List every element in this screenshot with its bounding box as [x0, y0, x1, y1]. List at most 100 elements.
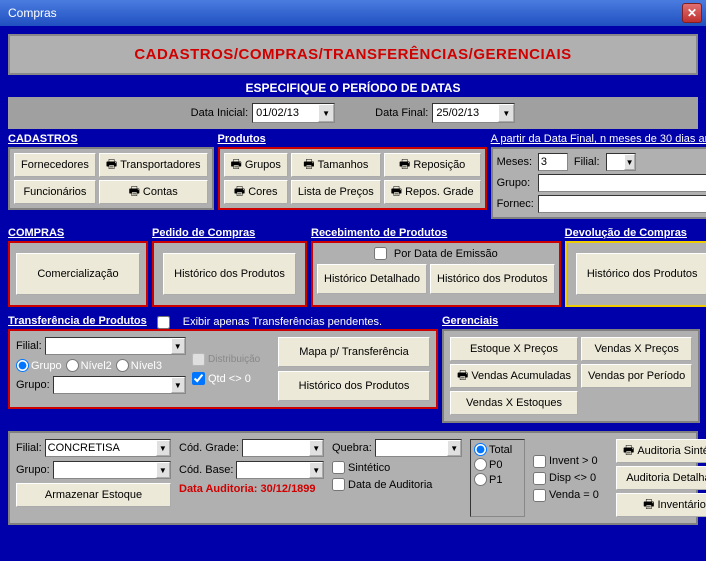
sintetico-checkbox[interactable]	[332, 461, 345, 474]
mapa-transferencia-button[interactable]: Mapa p/ Transferência	[278, 337, 430, 367]
bottom-panel: Filial: ▼ Grupo: ▼ Armazenar Estoque Cód…	[8, 431, 698, 525]
quebra-select[interactable]: ▼	[375, 439, 462, 457]
repos-grade-button[interactable]: Repos. Grade	[384, 180, 481, 204]
vendas-precos-button[interactable]: Vendas X Preços	[581, 337, 692, 361]
transportadores-button[interactable]: Transportadores	[99, 153, 208, 177]
grupo-label: Grupo:	[497, 177, 534, 189]
invent-checkbox[interactable]	[533, 455, 546, 468]
chevron-down-icon[interactable]: ▼	[309, 462, 323, 478]
date-initial-field[interactable]	[253, 106, 318, 120]
exibir-pendentes-label: Exibir apenas Transferências pendentes.	[183, 316, 382, 328]
bottom-filial-label: Filial:	[16, 442, 42, 454]
chevron-down-icon[interactable]: ▼	[171, 338, 186, 354]
lista-precos-button[interactable]: Lista de Preços	[291, 180, 381, 204]
date-initial-input[interactable]: ▼	[252, 103, 335, 123]
transferencia-label: Transferência de Produtos	[8, 315, 147, 327]
cod-grade-select[interactable]: ▼	[242, 439, 324, 457]
chevron-down-icon[interactable]: ▼	[156, 440, 170, 456]
disp-checkbox[interactable]	[533, 472, 546, 485]
chevron-down-icon[interactable]: ▼	[318, 104, 334, 122]
por-data-emissao-label: Por Data de Emissão	[394, 248, 498, 260]
transf-grupo-label: Grupo:	[16, 379, 50, 391]
nivel2-radio[interactable]	[66, 359, 79, 372]
fornec-label: Fornec:	[497, 198, 534, 210]
devolucao-box: Histórico dos Produtos	[565, 241, 706, 307]
data-auditoria-checkbox[interactable]	[332, 478, 345, 491]
date-final-field[interactable]	[433, 106, 498, 120]
header-title: CADASTROS/COMPRAS/TRANSFERÊNCIAS/GERENCI…	[134, 46, 571, 63]
date-section-label: ESPECIFIQUE O PERÍODO DE DATAS	[8, 81, 698, 95]
chevron-down-icon[interactable]: ▼	[498, 104, 514, 122]
meses-field-label: Meses:	[497, 156, 534, 168]
pedido-historico-button[interactable]: Histórico dos Produtos	[163, 253, 296, 295]
filial-label: Filial:	[574, 156, 600, 168]
exibir-pendentes-checkbox[interactable]	[157, 316, 170, 329]
header-banner: CADASTROS/COMPRAS/TRANSFERÊNCIAS/GERENCI…	[8, 34, 698, 75]
cod-base-label: Cód. Base:	[179, 464, 233, 476]
chevron-down-icon[interactable]: ▼	[447, 440, 461, 456]
tamanhos-button[interactable]: Tamanhos	[291, 153, 381, 177]
armazenar-estoque-button[interactable]: Armazenar Estoque	[16, 483, 171, 507]
fornecedores-button[interactable]: Fornecedores	[14, 153, 96, 177]
contas-button[interactable]: Contas	[99, 180, 208, 204]
historico-detalhado-button[interactable]: Histórico Detalhado	[317, 264, 427, 294]
nivel3-radio[interactable]	[116, 359, 129, 372]
grupos-button[interactable]: Grupos	[224, 153, 288, 177]
cores-button[interactable]: Cores	[224, 180, 288, 204]
transf-filial-label: Filial:	[16, 340, 42, 352]
close-button[interactable]: ✕	[682, 3, 702, 23]
auditoria-sintetica-button[interactable]: Auditoria Sintética	[616, 439, 706, 463]
gerenciais-box: Estoque X Preços Vendas X Preços Vendas …	[442, 329, 700, 423]
qtd-checkbox[interactable]	[192, 372, 205, 385]
bottom-grupo-select[interactable]: ▼	[53, 461, 171, 479]
reposicao-button[interactable]: Reposição	[384, 153, 481, 177]
grupo-select[interactable]: ▼	[538, 174, 706, 192]
p1-radio[interactable]	[474, 473, 487, 486]
comercializacao-button[interactable]: Comercialização	[16, 253, 139, 295]
chevron-down-icon[interactable]: ▼	[171, 377, 185, 393]
recebimento-historico-button[interactable]: Histórico dos Produtos	[430, 264, 555, 294]
bottom-filial-value[interactable]	[46, 440, 156, 456]
transf-grupo-select[interactable]: ▼	[53, 376, 186, 394]
grupo-radio[interactable]	[16, 359, 29, 372]
produtos-box: Grupos Tamanhos Reposição Cores Lista de…	[218, 147, 487, 210]
vendas-estoques-button[interactable]: Vendas X Estoques	[450, 391, 578, 415]
recebimento-label: Recebimento de Produtos	[311, 227, 561, 239]
date-row: Data Inicial: ▼ Data Final: ▼	[8, 97, 698, 129]
chevron-down-icon[interactable]: ▼	[309, 440, 323, 456]
inventario-button[interactable]: Inventário	[616, 493, 706, 517]
transf-historico-button[interactable]: Histórico dos Produtos	[278, 371, 430, 401]
meses-input[interactable]	[538, 153, 568, 171]
auditoria-detalhada-button[interactable]: Auditoria Detalhada	[616, 466, 706, 490]
chevron-down-icon[interactable]: ▼	[156, 462, 170, 478]
cadastros-label: CADASTROS	[8, 133, 214, 145]
por-data-emissao-checkbox[interactable]	[374, 247, 387, 260]
chevron-down-icon[interactable]: ▼	[624, 154, 634, 170]
pedido-box: Histórico dos Produtos	[152, 241, 307, 307]
compras-label: COMPRAS	[8, 227, 148, 239]
estoque-precos-button[interactable]: Estoque X Preços	[450, 337, 578, 361]
cadastros-box: Fornecedores Transportadores Funcionário…	[8, 147, 214, 210]
bottom-filial-select[interactable]: ▼	[45, 439, 171, 457]
date-final-input[interactable]: ▼	[432, 103, 515, 123]
window-title: Compras	[8, 6, 57, 20]
date-final-label: Data Final:	[375, 107, 428, 119]
filial-select[interactable]: ▼	[606, 153, 636, 171]
titlebar: Compras ✕	[0, 0, 706, 26]
meses-box: Meses: Filial: ▼ Grupo: ▼ Fornec: ▼	[491, 147, 706, 219]
cod-grade-label: Cód. Grade:	[179, 442, 239, 454]
cod-base-select[interactable]: ▼	[236, 461, 324, 479]
transf-filial-select[interactable]: ▼	[45, 337, 186, 355]
fornec-select[interactable]: ▼	[538, 195, 706, 213]
total-radio[interactable]	[474, 443, 487, 456]
date-initial-label: Data Inicial:	[191, 107, 248, 119]
quebra-label: Quebra:	[332, 442, 372, 454]
funcionarios-button[interactable]: Funcionários	[14, 180, 96, 204]
venda-checkbox[interactable]	[533, 489, 546, 502]
p0-radio[interactable]	[474, 458, 487, 471]
transferencia-box: Filial: ▼ Grupo Nível2 Nível3 Grupo: ▼	[8, 329, 438, 409]
devolucao-historico-button[interactable]: Histórico dos Produtos	[576, 253, 706, 295]
meses-label: A partir da Data Final, n meses de 30 di…	[491, 133, 706, 145]
vendas-acumuladas-button[interactable]: Vendas Acumuladas	[450, 364, 578, 388]
vendas-periodo-button[interactable]: Vendas por Período	[581, 364, 692, 388]
